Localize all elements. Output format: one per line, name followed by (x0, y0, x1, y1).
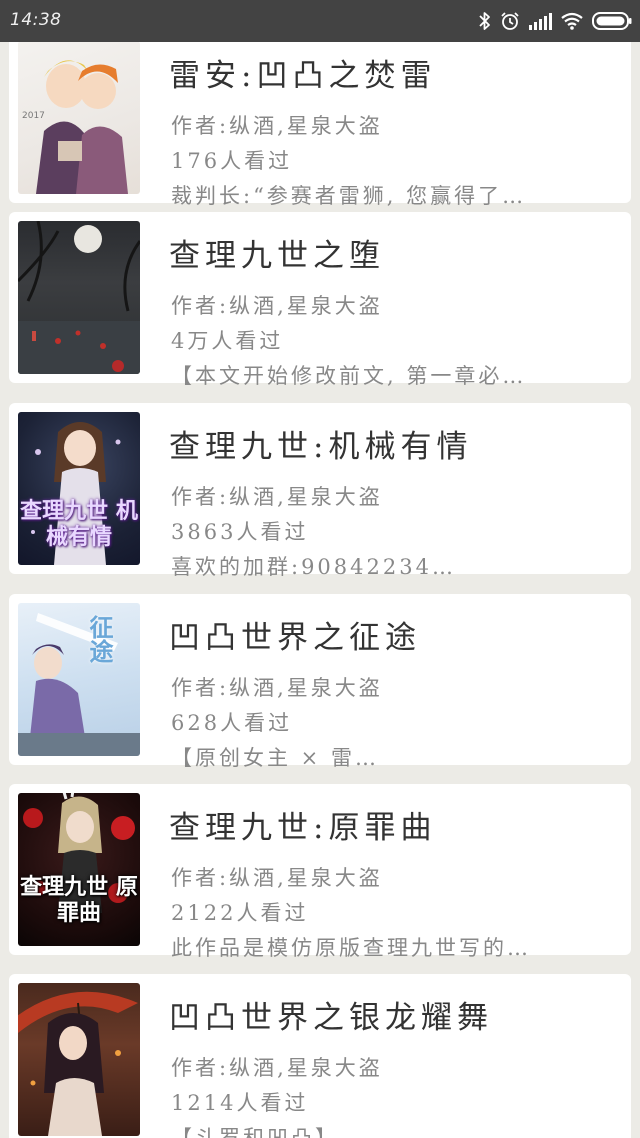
book-title[interactable]: 雷安:凹凸之焚雷 (169, 50, 436, 95)
book-list: 2017 雷安:凹凸之焚雷 作者:纵酒,星泉大盗 176人看过 裁判长:“参赛者… (0, 42, 640, 1138)
book-author: 作者:纵酒,星泉大盗 (171, 485, 383, 509)
book-description: 【本文开始修改前文, 第一章必… (171, 364, 527, 388)
book-title[interactable]: 凹凸世界之银龙耀舞 (169, 992, 493, 1037)
signal-icon (529, 13, 552, 30)
book-card[interactable]: 查理九世之堕 作者:纵酒,星泉大盗 4万人看过 【本文开始修改前文, 第一章必… (9, 212, 631, 388)
book-description: 喜欢的加群:90842234… (171, 555, 456, 579)
status-bar: 14:38 (0, 0, 640, 42)
book-author: 作者:纵酒,星泉大盗 (171, 1056, 383, 1080)
book-cover[interactable] (18, 983, 140, 1136)
book-title[interactable]: 查理九世:机械有情 (169, 421, 472, 466)
book-views: 628人看过 (171, 711, 293, 735)
status-icons (478, 10, 632, 32)
book-cover[interactable] (18, 221, 140, 374)
book-description: 【原创女主 × 雷… (171, 746, 379, 770)
book-title[interactable]: 查理九世之堕 (169, 230, 385, 275)
book-author: 作者:纵酒,星泉大盗 (171, 114, 383, 138)
book-views: 176人看过 (171, 149, 293, 173)
book-card[interactable]: 查理九世 机械有情 查理九世:机械有情 作者:纵酒,星泉大盗 3863人看过 喜… (9, 403, 631, 579)
book-views: 1214人看过 (171, 1091, 309, 1115)
alarm-icon (501, 12, 519, 30)
cover-art (18, 613, 140, 756)
book-card[interactable]: 凹凸世界之银龙耀舞 作者:纵酒,星泉大盗 1214人看过 【斗罗和凹凸】… (9, 974, 631, 1138)
book-views: 3863人看过 (171, 520, 309, 544)
book-cover[interactable]: 查理九世 机械有情 (18, 412, 140, 565)
book-author: 作者:纵酒,星泉大盗 (171, 294, 383, 318)
book-title[interactable]: 查理九世:原罪曲 (169, 802, 436, 847)
cover-title: 查理九世 机械有情 (20, 498, 138, 550)
cover-title: 查理九世 原罪曲 (20, 874, 138, 926)
cover-title: 征途 (85, 615, 114, 663)
book-title[interactable]: 凹凸世界之征途 (169, 612, 421, 657)
cover-year: 2017 (22, 111, 45, 121)
book-cover[interactable]: 2017 (18, 42, 140, 194)
book-description: 【斗罗和凹凸】… (171, 1126, 363, 1138)
battery-icon (592, 12, 632, 30)
book-author: 作者:纵酒,星泉大盗 (171, 676, 383, 700)
status-time: 14:38 (10, 10, 62, 30)
book-views: 2122人看过 (171, 901, 309, 925)
book-author: 作者:纵酒,星泉大盗 (171, 866, 383, 890)
cover-art (18, 991, 138, 1136)
book-cover[interactable]: 征途 (18, 603, 140, 756)
bluetooth-icon (479, 12, 490, 30)
book-card[interactable]: 查理九世 原罪曲 查理九世:原罪曲 作者:纵酒,星泉大盗 2122人看过 此作品… (9, 784, 631, 960)
book-description: 此作品是模仿原版查理九世写的… (171, 936, 531, 960)
cover-art (18, 221, 140, 374)
book-cover[interactable]: 查理九世 原罪曲 (18, 793, 140, 946)
book-description: 裁判长:“参赛者雷狮, 您赢得了… (171, 184, 527, 208)
book-card[interactable]: 2017 雷安:凹凸之焚雷 作者:纵酒,星泉大盗 176人看过 裁判长:“参赛者… (9, 42, 631, 208)
wifi-icon (561, 12, 583, 30)
book-views: 4万人看过 (171, 329, 284, 353)
book-card[interactable]: 征途 凹凸世界之征途 作者:纵酒,星泉大盗 628人看过 【原创女主 × 雷… (9, 594, 631, 770)
